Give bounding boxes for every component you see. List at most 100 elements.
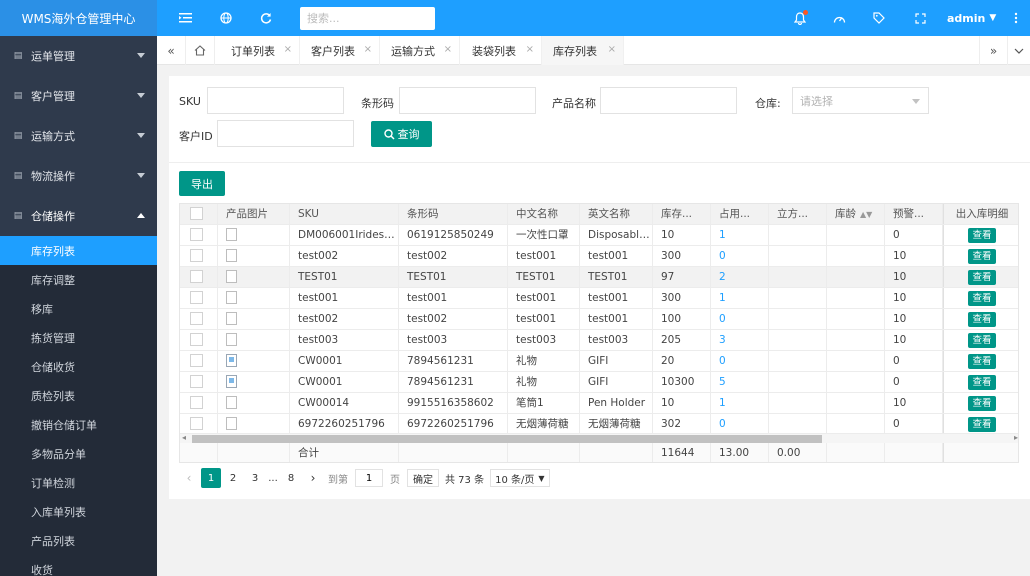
menu-fold-icon[interactable] [169, 0, 201, 36]
cell-occupied[interactable]: 0 [711, 246, 769, 266]
row-checkbox[interactable] [190, 416, 203, 430]
row-checkbox[interactable] [190, 374, 203, 388]
row-checkbox[interactable] [190, 311, 203, 325]
tab-order-list[interactable]: 订单列表 × [220, 36, 300, 65]
sidebar-item-order-check[interactable]: 订单检测 [0, 468, 157, 497]
top-search-input[interactable] [300, 7, 435, 30]
view-detail-button[interactable]: 查看 [968, 332, 996, 348]
bell-icon[interactable] [784, 0, 816, 36]
table-row[interactable]: 6972260251796 6972260251796 无烟薄荷糖 无烟薄荷糖 302 0… [180, 414, 1018, 435]
refresh-icon[interactable] [250, 0, 282, 36]
table-row[interactable]: DM006001Iridescent 0619125850249 一次性口罩 Disp… [180, 225, 1018, 246]
table-row[interactable]: test003 test003 test003 test003 205 3 10 查看 [180, 330, 1018, 351]
row-checkbox[interactable] [190, 248, 203, 262]
sidebar-item-inbound-list[interactable]: 入库单列表 [0, 497, 157, 526]
table-row[interactable]: CW00014 9915516358602 笔筒1 Pen Holder 10 1 10 查看 [180, 393, 1018, 414]
sidebar-group-waybill[interactable]: ▤ 运单管理 [0, 36, 157, 76]
view-detail-button[interactable]: 查看 [968, 416, 996, 432]
tab-customer-list[interactable]: 客户列表 × [300, 36, 380, 65]
cell-occupied[interactable]: 1 [711, 288, 769, 308]
sidebar-item-inventory-list[interactable]: 库存列表 [0, 236, 157, 265]
goto-confirm-button[interactable]: 确定 [407, 469, 439, 487]
next-page-icon[interactable]: › [303, 468, 323, 488]
tabs-scroll-right-icon[interactable]: » [979, 36, 1008, 65]
view-detail-button[interactable]: 查看 [968, 248, 996, 264]
tag-icon[interactable] [863, 0, 895, 36]
tab-inventory-list[interactable]: 库存列表 × [542, 36, 624, 65]
sidebar-item-cancel-order[interactable]: 撤销仓储订单 [0, 410, 157, 439]
view-detail-button[interactable]: 查看 [968, 290, 996, 306]
sidebar-item-receiving[interactable]: 仓储收货 [0, 352, 157, 381]
warehouse-select[interactable]: 请选择 [792, 87, 929, 114]
scroll-right-icon[interactable]: ▸ [1014, 433, 1018, 442]
close-icon[interactable]: × [608, 44, 616, 55]
goto-page-input[interactable] [355, 469, 383, 487]
page-8[interactable]: 8 [281, 468, 301, 488]
page-size-select[interactable]: 10 条/页 ▼ [490, 469, 550, 487]
sidebar-item-transfer[interactable]: 移库 [0, 294, 157, 323]
table-row[interactable]: test001 test001 test001 test001 300 1 10 查看 [180, 288, 1018, 309]
cell-occupied[interactable]: 0 [711, 309, 769, 329]
dashboard-icon[interactable] [823, 0, 855, 36]
fullscreen-icon[interactable] [904, 0, 936, 36]
cell-occupied[interactable]: 5 [711, 372, 769, 392]
sidebar-item-qc-list[interactable]: 质检列表 [0, 381, 157, 410]
row-checkbox[interactable] [190, 332, 203, 346]
row-checkbox[interactable] [190, 269, 203, 283]
customer-id-input[interactable] [217, 120, 354, 147]
scroll-left-icon[interactable]: ◂ [182, 433, 186, 442]
prev-page-icon[interactable]: ‹ [179, 468, 199, 488]
table-row[interactable]: TEST01 TEST01 TEST01 TEST01 97 2 10 查看 [180, 267, 1018, 288]
tabs-scroll-left-icon[interactable]: « [157, 36, 186, 65]
view-detail-button[interactable]: 查看 [968, 395, 996, 411]
sidebar-item-receive[interactable]: 收货 [0, 555, 157, 576]
globe-icon[interactable] [210, 0, 242, 36]
cell-occupied[interactable]: 1 [711, 225, 769, 245]
cell-occupied[interactable]: 0 [711, 351, 769, 371]
scrollbar-thumb[interactable] [192, 435, 822, 443]
page-1[interactable]: 1 [201, 468, 221, 488]
table-row[interactable]: CW0001 7894561231 礼物 GIFI 10300 5 0 查看 [180, 372, 1018, 393]
cell-occupied[interactable]: 1 [711, 393, 769, 413]
sku-input[interactable] [207, 87, 344, 114]
view-detail-button[interactable]: 查看 [968, 269, 996, 285]
tab-bagging-list[interactable]: 装袋列表 × [461, 36, 542, 65]
close-icon[interactable]: × [526, 44, 534, 55]
sidebar-group-warehouse[interactable]: ▤ 仓储操作 [0, 196, 157, 236]
product-name-input[interactable] [600, 87, 737, 114]
sidebar-item-split-order[interactable]: 多物品分单 [0, 439, 157, 468]
sidebar-group-shipping[interactable]: ▤ 运输方式 [0, 116, 157, 156]
horizontal-scrollbar[interactable]: ◂ ▸ [180, 433, 1018, 443]
barcode-input[interactable] [399, 87, 536, 114]
query-button[interactable]: 查询 [371, 121, 432, 147]
page-3[interactable]: 3 [245, 468, 265, 488]
close-icon[interactable]: × [284, 44, 292, 55]
view-detail-button[interactable]: 查看 [968, 227, 996, 243]
view-detail-button[interactable]: 查看 [968, 353, 996, 369]
select-all-checkbox[interactable] [190, 206, 203, 220]
table-row[interactable]: test002 test002 test001 test001 300 0 10 查看 [180, 246, 1018, 267]
row-checkbox[interactable] [190, 227, 203, 241]
tab-shipping-method[interactable]: 运输方式 × [380, 36, 460, 65]
table-row[interactable]: CW0001 7894561231 礼物 GIFI 20 0 0 查看 [180, 351, 1018, 372]
table-row[interactable]: test002 test002 test001 test001 100 0 10 查看 [180, 309, 1018, 330]
sidebar-item-product-list[interactable]: 产品列表 [0, 526, 157, 555]
sidebar-group-logistics[interactable]: ▤ 物流操作 [0, 156, 157, 196]
sort-icon[interactable]: ▲▼ [860, 210, 872, 219]
sidebar-group-customer[interactable]: ▤ 客户管理 [0, 76, 157, 116]
cell-occupied[interactable]: 2 [711, 267, 769, 287]
user-menu[interactable]: admin ▼ [947, 0, 996, 36]
more-vertical-icon[interactable] [1000, 0, 1030, 36]
column-header-sortable[interactable]: 库龄 ▲▼ [827, 204, 885, 224]
home-icon[interactable] [186, 36, 215, 65]
row-checkbox[interactable] [190, 353, 203, 367]
row-checkbox[interactable] [190, 395, 203, 409]
cell-occupied[interactable]: 0 [711, 414, 769, 434]
row-checkbox[interactable] [190, 290, 203, 304]
export-button[interactable]: 导出 [179, 171, 225, 196]
app-logo[interactable]: WMS海外仓管理中心 [0, 0, 157, 36]
view-detail-button[interactable]: 查看 [968, 374, 996, 390]
close-icon[interactable]: × [444, 44, 452, 55]
view-detail-button[interactable]: 查看 [968, 311, 996, 327]
close-icon[interactable]: × [364, 44, 372, 55]
